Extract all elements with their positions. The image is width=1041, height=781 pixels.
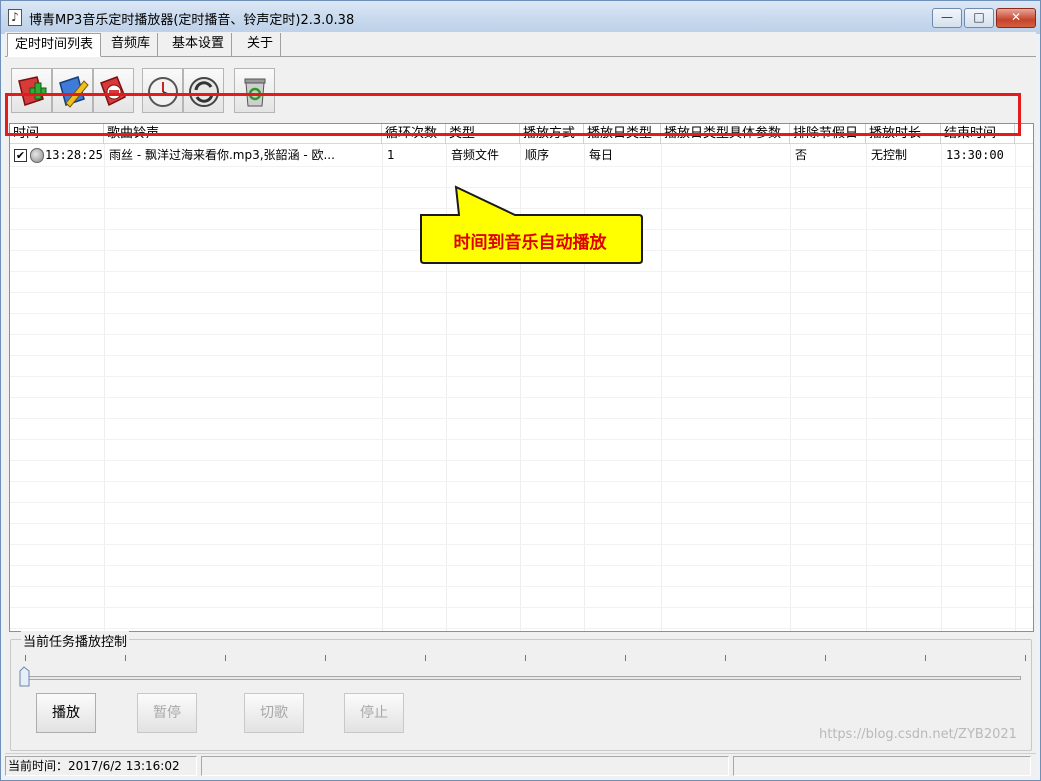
cell-day-params: [663, 145, 790, 166]
playback-group-label: 当前任务播放控制: [21, 631, 130, 650]
status-bar: 当前时间：2017/6/2 13:16:02: [5, 753, 1036, 777]
pause-button[interactable]: 暂停: [137, 693, 197, 733]
cell-play-mode: 顺序: [525, 148, 550, 162]
playback-position-slider[interactable]: [19, 666, 30, 687]
status-panel-2: [201, 756, 729, 776]
slider-tick: [25, 655, 26, 661]
close-button[interactable]: ✕: [996, 8, 1036, 28]
minimize-button[interactable]: —: [932, 8, 962, 28]
slider-tick: [925, 655, 926, 661]
stop-button[interactable]: 停止: [344, 693, 404, 733]
slider-tick: [725, 655, 726, 661]
highlight-box: [5, 93, 1021, 136]
window-title: 博青MP3音乐定时播放器(定时播音、铃声定时)2.3.0.38: [29, 13, 355, 28]
slider-tick: [1025, 655, 1026, 661]
cell-duration: 无控制: [871, 148, 908, 162]
slider-tick: [325, 655, 326, 661]
tab-basic-settings[interactable]: 基本设置: [165, 33, 233, 57]
cell-song: 雨丝 - 飘洋过海来看你.mp3,张韶涵 - 欧...: [109, 148, 335, 162]
playback-position-track[interactable]: [21, 676, 1021, 680]
cell-type: 音频文件: [451, 148, 500, 162]
slider-tick: [225, 655, 226, 661]
play-button[interactable]: 播放: [36, 693, 96, 733]
row-enable-checkbox[interactable]: ✔: [14, 149, 27, 162]
maximize-button[interactable]: □: [964, 8, 994, 28]
cell-day-type: 每日: [589, 148, 614, 162]
slider-tick: [525, 655, 526, 661]
table-row[interactable]: ✔ 13:28:25 雨丝 - 飘洋过海来看你.mp3,张韶涵 - 欧... 1…: [10, 145, 1033, 166]
next-song-button[interactable]: 切歌: [244, 693, 304, 733]
slider-tick: [825, 655, 826, 661]
client-area: 定时时间列表 音频库 基本设置 关于 时间 歌曲铃声 循环次数 类型 播放方式 …: [5, 32, 1036, 777]
cell-loops: 1: [387, 148, 395, 162]
app-window: ♪ 博青MP3音乐定时播放器(定时播音、铃声定时)2.3.0.38 — □ ✕ …: [0, 0, 1041, 781]
watermark: https://blog.csdn.net/ZYB2021: [819, 727, 1017, 742]
tab-audio-library[interactable]: 音频库: [104, 33, 159, 57]
title-bar[interactable]: ♪ 博青MP3音乐定时播放器(定时播音、铃声定时)2.3.0.38 — □ ✕: [1, 1, 1040, 34]
slider-tick: [625, 655, 626, 661]
audio-file-icon: [30, 148, 44, 163]
tab-bar: 定时时间列表 音频库 基本设置 关于: [5, 32, 1036, 57]
cell-time: 13:28:25: [45, 148, 103, 162]
cell-end-time: 13:30:00: [946, 148, 1004, 162]
slider-tick: [425, 655, 426, 661]
music-note-icon: ♪: [8, 9, 22, 26]
tab-schedule-list[interactable]: 定时时间列表: [7, 33, 102, 57]
cell-exclude-holidays: 否: [795, 148, 808, 162]
callout-text: 时间到音乐自动播放: [453, 233, 607, 253]
status-panel-3: [733, 756, 1031, 776]
tab-about[interactable]: 关于: [240, 33, 282, 57]
status-current-time: 当前时间：2017/6/2 13:16:02: [5, 756, 197, 776]
slider-tick: [125, 655, 126, 661]
